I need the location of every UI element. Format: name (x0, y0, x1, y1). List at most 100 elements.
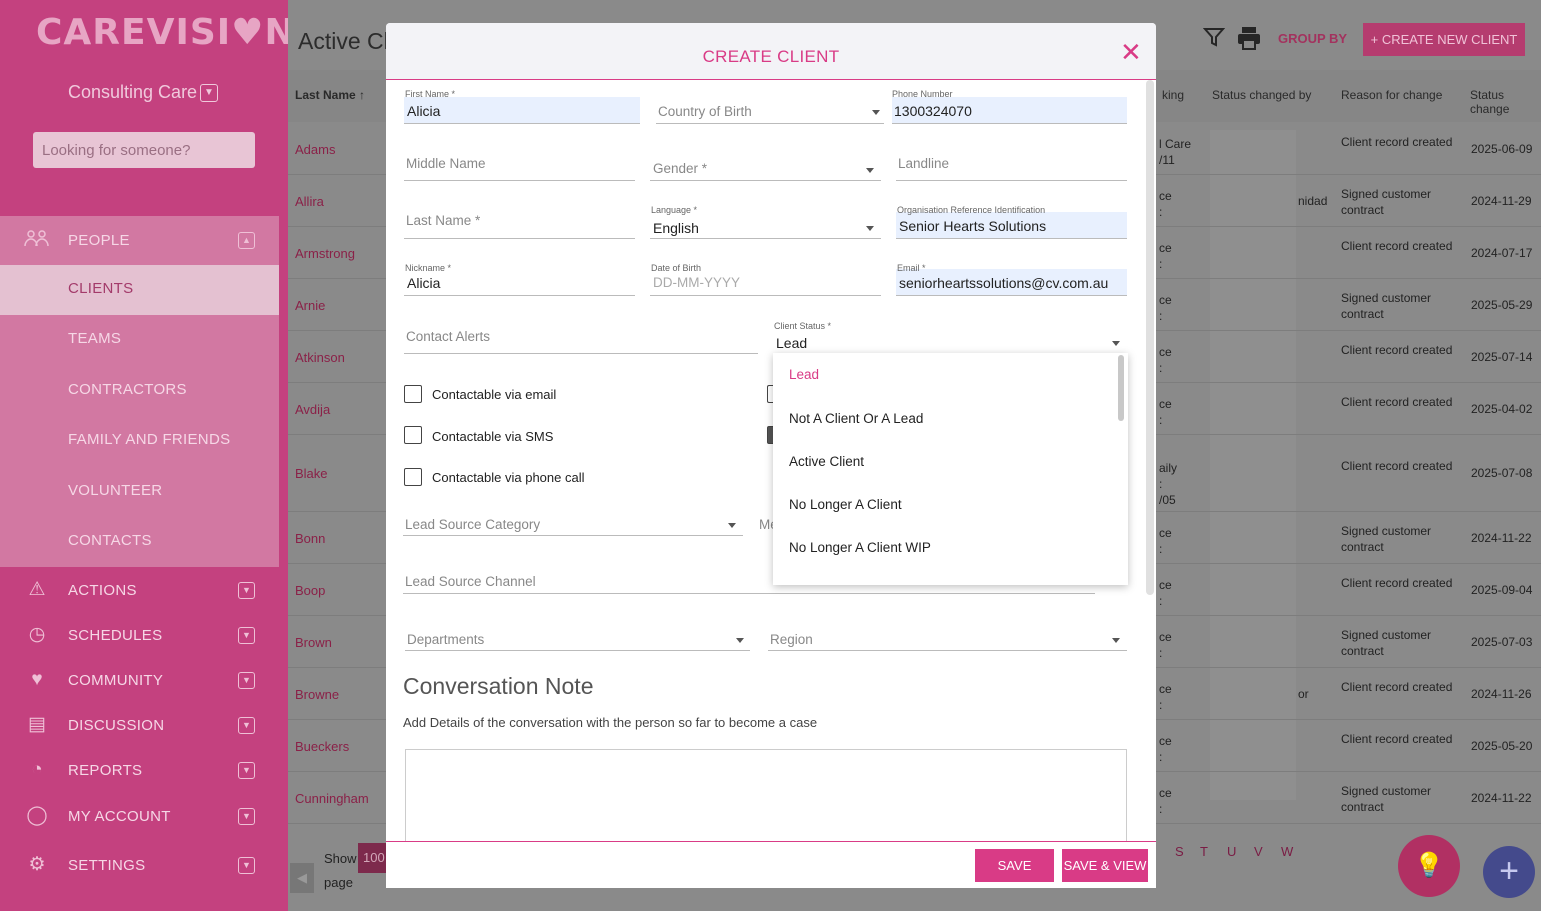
landline-input[interactable]: Landline (898, 156, 949, 171)
nav-discussion[interactable]: ▤ DISCUSSION ▼ (0, 703, 279, 747)
first-name-label: First Name * (405, 89, 456, 99)
filter-icon[interactable] (1202, 26, 1226, 54)
letter-w[interactable]: W (1281, 844, 1293, 859)
client-status-option[interactable]: Not A Client Or A Lead (789, 411, 923, 426)
sidebar-item-family-and-friends[interactable]: FAMILY AND FRIENDS (0, 416, 279, 466)
nav-settings[interactable]: ⚙ SETTINGS ▼ (0, 843, 279, 887)
client-status-option[interactable]: Lead (789, 367, 819, 382)
prev-page-button[interactable]: ◀ (290, 863, 314, 893)
cell-last-name[interactable]: Cunningham (295, 791, 369, 806)
caret-down-icon (866, 226, 874, 231)
contactable-sms-checkbox[interactable] (404, 426, 422, 444)
letter-t[interactable]: T (1200, 844, 1208, 859)
contactable-email-checkbox[interactable] (404, 385, 422, 403)
nav-community[interactable]: ♥ COMMUNITY ▼ (0, 658, 279, 702)
contactable-phone-checkbox[interactable] (404, 468, 422, 486)
lead-source-category-select[interactable]: Lead Source Category (405, 517, 540, 532)
first-name-value[interactable]: Alicia (407, 103, 440, 119)
client-status-select[interactable]: Lead (776, 335, 807, 351)
language-select[interactable]: English (653, 220, 699, 236)
client-status-option[interactable]: No Longer A Client WIP (789, 540, 931, 555)
chevron-down-icon[interactable]: ▼ (200, 84, 218, 102)
nav-schedules[interactable]: ◷ SCHEDULES ▼ (0, 613, 279, 657)
page-size-select[interactable]: 100 (358, 843, 388, 873)
cell-last-name[interactable]: Arnie (295, 298, 325, 313)
sidebar-item-label: CONTRACTORS (68, 381, 187, 398)
create-new-client-button[interactable]: + CREATE NEW CLIENT (1363, 23, 1525, 56)
modal-title: CREATE CLIENT (702, 47, 840, 66)
cell-last-name[interactable]: Boop (295, 583, 325, 598)
email-value[interactable]: seniorheartssolutions@cv.com.au (899, 275, 1108, 291)
gender-select[interactable]: Gender * (653, 161, 707, 176)
column-status-changed-by[interactable]: Status changed by (1212, 88, 1311, 102)
nav-people[interactable]: PEOPLE ▲ (0, 218, 279, 262)
chevron-down-icon[interactable]: ▼ (238, 808, 255, 825)
chevron-down-icon[interactable]: ▼ (238, 717, 255, 734)
region-select[interactable]: Region (770, 632, 813, 647)
cell-last-name[interactable]: Browne (295, 687, 339, 702)
letter-s[interactable]: S (1175, 844, 1184, 859)
letter-u[interactable]: U (1227, 844, 1236, 859)
column-status-change[interactable]: Status change (1470, 88, 1541, 116)
chevron-down-icon[interactable]: ▼ (238, 857, 255, 874)
carevision-logo[interactable]: CAREVISI♥N (36, 12, 296, 53)
cell-last-name[interactable]: Allira (295, 194, 324, 209)
cell-last-name[interactable]: Bonn (295, 531, 325, 546)
nav-people-label: PEOPLE (68, 232, 130, 249)
nav-reports[interactable]: ◔ REPORTS ▼ (0, 748, 279, 792)
close-icon[interactable]: ✕ (1120, 39, 1142, 65)
last-name-input[interactable]: Last Name * (406, 213, 480, 228)
chevron-down-icon[interactable]: ▼ (238, 627, 255, 644)
first-name-underline (404, 123, 640, 124)
nav-my-account[interactable]: ◯ MY ACCOUNT ▼ (0, 794, 279, 838)
lead-source-channel-input[interactable]: Lead Source Channel (405, 574, 536, 589)
nav-reports-label: REPORTS (68, 762, 143, 779)
cell-reason: Signed customer contract (1341, 290, 1432, 321)
column-last-name[interactable]: Last Name ↑ (295, 88, 365, 102)
save-and-view-button[interactable]: SAVE & VIEW (1062, 849, 1148, 882)
org-ref-value[interactable]: Senior Hearts Solutions (899, 218, 1046, 234)
nickname-input[interactable]: Alicia (407, 275, 440, 291)
departments-select[interactable]: Departments (407, 632, 484, 647)
add-fab-button[interactable]: + (1483, 846, 1535, 898)
cell-last-name[interactable]: Avdija (295, 402, 330, 417)
cell-last-name[interactable]: Bueckers (295, 739, 349, 754)
modal-scrollbar[interactable] (1146, 80, 1154, 595)
org-name[interactable]: Consulting Care (68, 82, 197, 103)
cell-status-change-date: 2025-05-20 (1471, 738, 1533, 753)
save-button[interactable]: SAVE (975, 849, 1054, 882)
sidebar-item-contractors[interactable]: CONTRACTORS (0, 366, 279, 416)
dob-input[interactable]: DD-MM-YYYY (653, 275, 740, 290)
print-icon[interactable] (1236, 25, 1262, 57)
sidebar-item-clients[interactable]: CLIENTS (0, 265, 279, 315)
middle-name-input[interactable]: Middle Name (406, 156, 486, 171)
chevron-down-icon[interactable]: ▼ (238, 582, 255, 599)
nav-actions[interactable]: ⚠ ACTIONS ▼ (0, 568, 279, 612)
cell-reason: Signed customer contract (1341, 186, 1432, 217)
cell-last-name[interactable]: Atkinson (295, 350, 345, 365)
search-input[interactable] (33, 132, 255, 168)
chevron-down-icon[interactable]: ▼ (238, 672, 255, 689)
column-king[interactable]: king (1162, 88, 1184, 102)
chevron-up-icon[interactable]: ▲ (238, 232, 255, 249)
cell-last-name[interactable]: Armstrong (295, 246, 355, 261)
sidebar-item-teams[interactable]: TEAMS (0, 315, 279, 365)
email-label: Email * (897, 263, 926, 273)
lightbulb-fab-button[interactable]: 💡 (1398, 835, 1460, 897)
letter-v[interactable]: V (1254, 844, 1263, 859)
sidebar-item-volunteer[interactable]: VOLUNTEER (0, 467, 279, 517)
dropdown-scrollbar[interactable] (1118, 355, 1124, 421)
chevron-down-icon[interactable]: ▼ (238, 762, 255, 779)
contact-alerts-input[interactable]: Contact Alerts (406, 329, 490, 344)
client-status-label: Client Status * (774, 321, 832, 331)
group-by-button[interactable]: GROUP BY (1278, 31, 1347, 46)
cell-last-name[interactable]: Blake (295, 466, 328, 481)
column-reason-for-change[interactable]: Reason for change (1341, 88, 1442, 102)
country-of-birth-select[interactable]: Country of Birth (658, 104, 752, 119)
sidebar-item-contacts[interactable]: CONTACTS (0, 517, 279, 567)
client-status-option[interactable]: Active Client (789, 454, 864, 469)
phone-number-value[interactable]: 1300324070 (894, 103, 972, 119)
cell-last-name[interactable]: Brown (295, 635, 332, 650)
client-status-option[interactable]: No Longer A Client (789, 497, 902, 512)
cell-last-name[interactable]: Adams (295, 142, 335, 157)
